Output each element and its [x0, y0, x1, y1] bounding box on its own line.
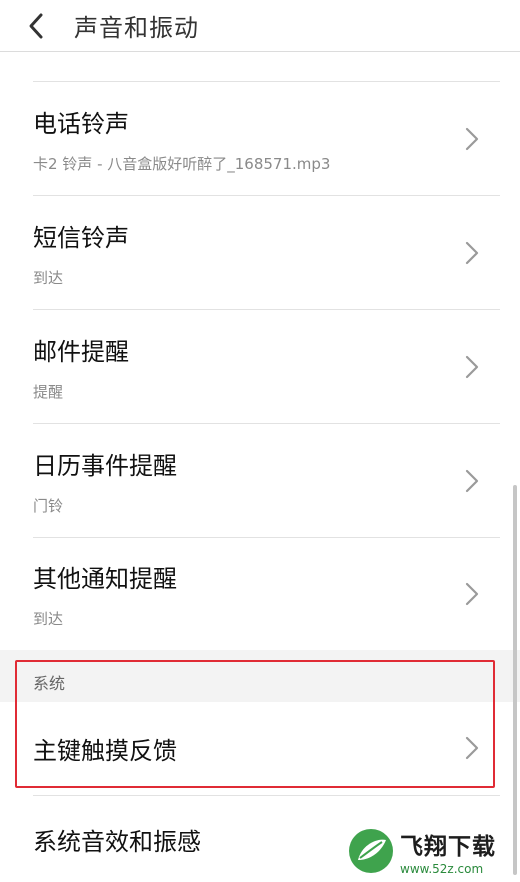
- page-title: 声音和振动: [74, 14, 199, 42]
- settings-item-other-notification[interactable]: 其他通知提醒 到达: [0, 538, 520, 650]
- item-subtitle: 到达: [33, 268, 64, 287]
- item-subtitle: 到达: [33, 610, 64, 628]
- settings-item-sms-ringtone[interactable]: 短信铃声 到达: [0, 196, 520, 309]
- back-button[interactable]: [6, 0, 66, 52]
- item-subtitle: 门铃: [33, 496, 64, 515]
- chevron-right-icon: [465, 469, 479, 492]
- watermark-url: www.52z.com: [400, 861, 484, 876]
- chevron-right-icon: [465, 582, 479, 606]
- highlight-annotation: [15, 660, 495, 788]
- watermark: 飞翔下载 www.52z.com: [348, 823, 516, 879]
- item-title: 日历事件提醒: [33, 451, 177, 480]
- settings-item-email-alert[interactable]: 邮件提醒 提醒: [0, 310, 520, 423]
- chevron-left-icon: [29, 13, 43, 38]
- item-title: 其他通知提醒: [33, 565, 177, 593]
- item-subtitle: 卡2 铃声 - 八音盒版好听醉了_168571.mp3: [33, 154, 331, 173]
- watermark-brand: 飞翔下载: [400, 833, 496, 860]
- item-title: 短信铃声: [33, 223, 129, 252]
- chevron-right-icon: [465, 127, 479, 150]
- settings-item-calendar-alert[interactable]: 日历事件提醒 门铃: [0, 424, 520, 537]
- settings-item-phone-ringtone[interactable]: 电话铃声 卡2 铃声 - 八音盒版好听醉了_168571.mp3: [0, 82, 520, 195]
- item-title: 电话铃声: [33, 109, 129, 138]
- item-title: 邮件提醒: [33, 337, 129, 366]
- leaf-logo-icon: [349, 829, 393, 873]
- chevron-right-icon: [465, 241, 479, 264]
- scrollbar[interactable]: [513, 485, 517, 875]
- item-subtitle: 提醒: [33, 382, 64, 401]
- chevron-right-icon: [465, 355, 479, 378]
- top-bar: 声音和振动: [0, 0, 520, 52]
